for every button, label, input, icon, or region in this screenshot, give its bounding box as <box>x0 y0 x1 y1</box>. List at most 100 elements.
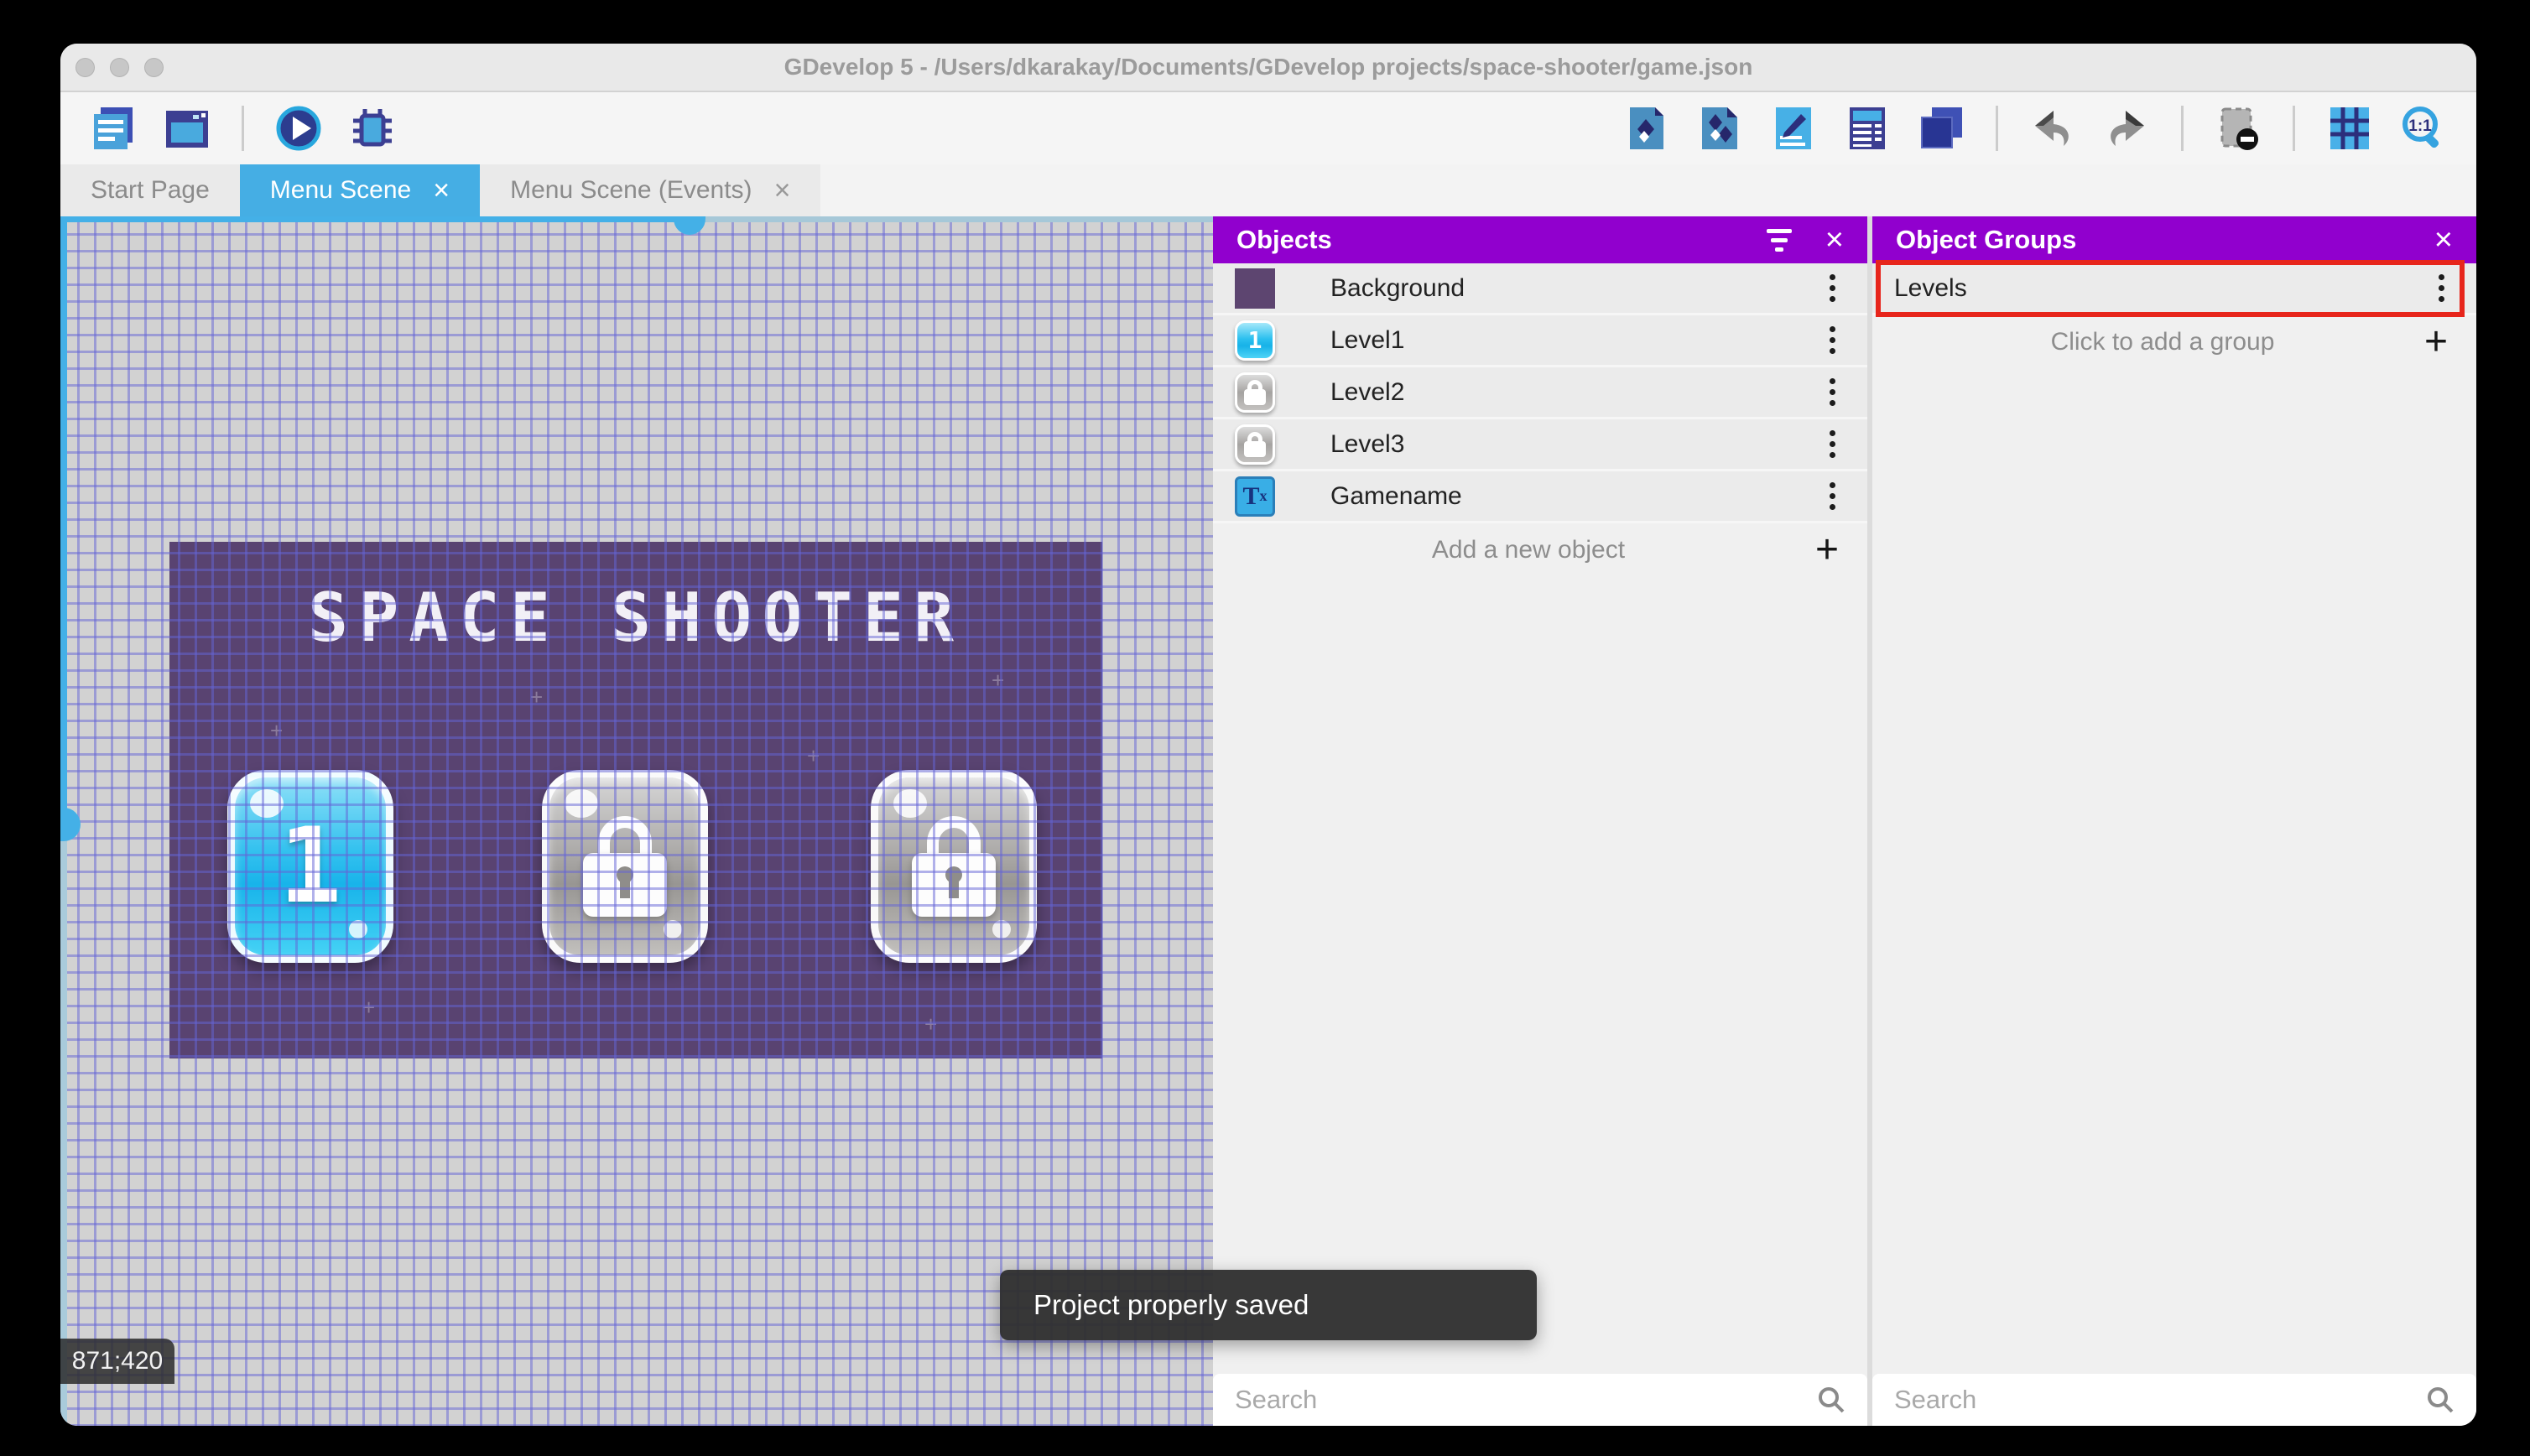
window-title: GDevelop 5 - /Users/dkarakay/Documents/G… <box>783 54 1753 80</box>
undo-icon[interactable] <box>2028 104 2077 153</box>
level1-number: 1 <box>279 806 342 927</box>
gloss-highlight <box>893 789 927 818</box>
star-decoration <box>924 1011 933 1020</box>
object-menu-icon[interactable] <box>1825 373 1840 411</box>
object-menu-icon[interactable] <box>1825 321 1840 359</box>
close-panel-icon[interactable]: × <box>1825 224 1844 256</box>
object-row-level1[interactable]: 1 Level1 <box>1213 315 1867 367</box>
grid-icon[interactable] <box>2325 104 2374 153</box>
editor-tab-bar: Start Page Menu Scene × Menu Scene (Even… <box>60 164 2476 216</box>
layers-icon[interactable] <box>1917 104 1965 153</box>
level1-button[interactable]: 1 <box>227 770 393 963</box>
object-row-background[interactable]: Background <box>1213 263 1867 315</box>
lock-button-thumbnail <box>1235 424 1275 465</box>
objects-panel: Objects × Background 1 Level1 Level2 Lev… <box>1213 216 1867 1426</box>
tab-menu-scene-events[interactable]: Menu Scene (Events) × <box>480 164 821 216</box>
zoom-1-1-icon[interactable]: 1:1 <box>2399 104 2448 153</box>
object-row-gamename[interactable]: Tx Gamename <box>1213 471 1867 523</box>
toolbar-separator <box>2293 106 2295 151</box>
group-row-levels[interactable]: Levels <box>1872 263 2476 315</box>
object-groups-icon[interactable] <box>1695 104 1744 153</box>
toolbar-separator <box>242 106 244 151</box>
tab-label: Start Page <box>91 176 210 204</box>
tab-label: Menu Scene <box>269 176 412 204</box>
close-tab-icon[interactable]: × <box>433 176 450 205</box>
toolbar-separator <box>1996 106 1998 151</box>
search-icon <box>2428 1387 2454 1413</box>
vertical-scrollbar[interactable] <box>60 216 81 1426</box>
object-menu-icon[interactable] <box>1825 477 1840 515</box>
scene-canvas[interactable]: SPACE SHOOTER 1 <box>60 216 1213 1426</box>
close-panel-icon[interactable]: × <box>2434 224 2453 256</box>
close-window-button[interactable] <box>75 57 95 77</box>
object-groups-panel: Object Groups × Levels Click to add a gr… <box>1872 216 2476 1426</box>
gloss-highlight <box>250 789 284 818</box>
objects-panel-header: Objects × <box>1213 216 1867 263</box>
scene-editor-icon[interactable] <box>163 104 211 153</box>
add-new-object-button[interactable]: Add a new object + <box>1213 523 1867 577</box>
lock-icon <box>912 816 996 917</box>
star-decoration <box>270 718 279 726</box>
add-group-button[interactable]: Click to add a group + <box>1872 315 2476 369</box>
text-object-thumbnail: Tx <box>1235 476 1275 517</box>
objects-search-input[interactable] <box>1235 1385 1817 1415</box>
star-decoration <box>807 743 815 751</box>
background-object[interactable]: SPACE SHOOTER 1 <box>169 542 1102 1058</box>
tab-start-page[interactable]: Start Page <box>60 164 240 216</box>
star-decoration <box>530 684 539 693</box>
plus-icon: + <box>1814 528 1839 572</box>
traffic-lights <box>75 44 164 91</box>
properties-icon[interactable] <box>1769 104 1818 153</box>
groups-search-bar <box>1872 1374 2476 1426</box>
title-bar: GDevelop 5 - /Users/dkarakay/Documents/G… <box>60 44 2476 92</box>
level-button-thumbnail: 1 <box>1235 320 1275 361</box>
object-menu-icon[interactable] <box>1825 269 1840 307</box>
lock-icon <box>583 816 667 917</box>
object-row-level2[interactable]: Level2 <box>1213 367 1867 419</box>
close-tab-icon[interactable]: × <box>774 176 791 205</box>
vertical-scrollbar-thumb[interactable] <box>60 808 81 841</box>
play-icon[interactable] <box>274 104 323 153</box>
objects-panel-title: Objects <box>1236 225 1332 254</box>
star-decoration <box>992 668 1000 676</box>
objects-search-bar <box>1213 1374 1867 1426</box>
level2-button-locked[interactable] <box>542 770 708 963</box>
maximize-window-button[interactable] <box>144 57 164 77</box>
tab-menu-scene[interactable]: Menu Scene × <box>239 164 481 216</box>
horizontal-scrollbar[interactable] <box>60 216 1213 235</box>
gloss-highlight <box>349 920 367 939</box>
minimize-window-button[interactable] <box>110 57 129 77</box>
object-groups-panel-header: Object Groups × <box>1872 216 2476 263</box>
redo-icon[interactable] <box>2102 104 2151 153</box>
project-manager-icon[interactable] <box>89 104 138 153</box>
purple-square-thumbnail <box>1235 268 1275 309</box>
star-decoration <box>362 995 371 1003</box>
filter-icon[interactable] <box>1766 228 1792 252</box>
toggle-instances-mask-icon[interactable] <box>2214 104 2262 153</box>
scene-title-text: SPACE SHOOTER <box>307 579 965 657</box>
group-menu-icon[interactable] <box>2434 269 2449 307</box>
svg-text:1:1: 1:1 <box>2408 117 2432 135</box>
objects-editor-icon[interactable] <box>1622 104 1670 153</box>
gloss-highlight <box>992 920 1011 939</box>
gloss-highlight <box>664 920 682 939</box>
tab-label: Menu Scene (Events) <box>510 176 752 204</box>
level3-button-locked[interactable] <box>871 770 1037 963</box>
gdevelop-window: GDevelop 5 - /Users/dkarakay/Documents/G… <box>60 44 2476 1426</box>
object-menu-icon[interactable] <box>1825 425 1840 463</box>
debug-icon[interactable] <box>348 104 397 153</box>
search-icon <box>1819 1387 1845 1413</box>
main-toolbar: 1:1 <box>60 92 2476 164</box>
gloss-highlight <box>565 789 598 818</box>
instances-list-icon[interactable] <box>1843 104 1892 153</box>
object-row-level3[interactable]: Level3 <box>1213 419 1867 471</box>
cursor-coordinates-badge: 871;420 <box>60 1339 174 1384</box>
save-toast: Project properly saved <box>1000 1270 1537 1340</box>
object-groups-panel-title: Object Groups <box>1896 225 2077 254</box>
plus-icon: + <box>2423 320 2448 364</box>
horizontal-scrollbar-thumb[interactable] <box>674 216 705 235</box>
groups-search-input[interactable] <box>1894 1385 2426 1415</box>
lock-button-thumbnail <box>1235 372 1275 413</box>
toolbar-separator <box>2181 106 2184 151</box>
toast-message: Project properly saved <box>1033 1289 1309 1320</box>
